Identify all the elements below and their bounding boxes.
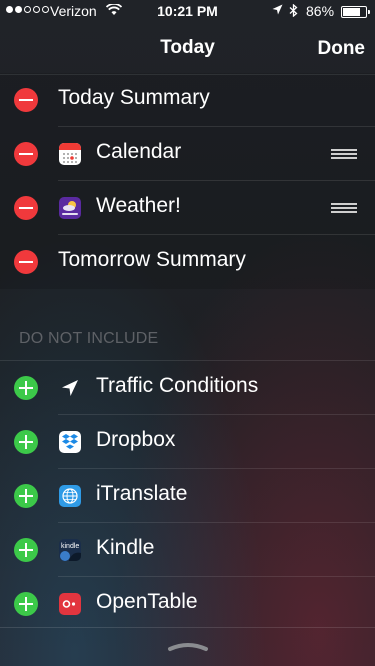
opentable-icon — [59, 593, 81, 615]
battery-percentage: 86% — [306, 3, 335, 19]
widget-label: Weather! — [96, 194, 181, 217]
dropbox-icon — [59, 431, 81, 453]
kindle-icon: kindle — [59, 539, 81, 561]
battery-icon — [341, 6, 370, 18]
widget-row-itranslate: iTranslate — [0, 469, 375, 523]
included-widgets-list: Today Summary Calendar Weather! Tomorrow… — [0, 73, 375, 289]
bluetooth-icon — [289, 4, 298, 17]
add-button[interactable] — [14, 484, 38, 508]
widget-row-tomorrow-summary: Tomorrow Summary — [0, 235, 375, 289]
widget-row-traffic-conditions: Traffic Conditions — [0, 361, 375, 415]
widget-label: Kindle — [96, 536, 155, 559]
widget-row-calendar: Calendar — [0, 127, 375, 181]
notification-center-handle[interactable] — [0, 627, 375, 666]
widget-label: Dropbox — [96, 428, 176, 451]
add-button[interactable] — [14, 592, 38, 616]
widget-label: Today Summary — [58, 86, 210, 109]
section-header-do-not-include: DO NOT INCLUDE — [19, 330, 159, 347]
widget-label: Traffic Conditions — [96, 374, 259, 397]
widget-row-weather: Weather! — [0, 181, 375, 235]
widget-row-today-summary: Today Summary — [0, 73, 375, 127]
widget-label: Tomorrow Summary — [58, 248, 246, 271]
status-bar: Verizon 10:21 PM 86% — [0, 0, 375, 22]
navigation-bar: Today Done — [0, 22, 375, 75]
location-services-icon — [272, 4, 283, 15]
widget-row-dropbox: Dropbox — [0, 415, 375, 469]
widget-label: iTranslate — [96, 482, 188, 505]
add-button[interactable] — [14, 430, 38, 454]
remove-button[interactable] — [14, 142, 38, 166]
widget-row-opentable: OpenTable — [0, 577, 375, 631]
svg-text:kindle: kindle — [61, 543, 79, 550]
remove-button[interactable] — [14, 250, 38, 274]
reorder-handle-icon[interactable] — [331, 149, 357, 161]
yahoo-weather-icon — [59, 197, 81, 219]
excluded-widgets-list: Traffic Conditions Dropbox iTranslate ki… — [0, 360, 375, 631]
remove-button[interactable] — [14, 88, 38, 112]
add-button[interactable] — [14, 376, 38, 400]
add-button[interactable] — [14, 538, 38, 562]
remove-button[interactable] — [14, 196, 38, 220]
reorder-handle-icon[interactable] — [331, 203, 357, 215]
page-title: Today — [160, 37, 215, 58]
location-arrow-icon — [59, 377, 81, 399]
widget-label: Calendar — [96, 140, 182, 163]
done-button[interactable]: Done — [318, 38, 366, 60]
widget-label: OpenTable — [96, 590, 198, 613]
widget-row-kindle: kindle Kindle — [0, 523, 375, 577]
chevron-up-handle-icon — [168, 643, 208, 651]
calendar-icon — [59, 143, 81, 165]
globe-icon — [59, 485, 81, 507]
